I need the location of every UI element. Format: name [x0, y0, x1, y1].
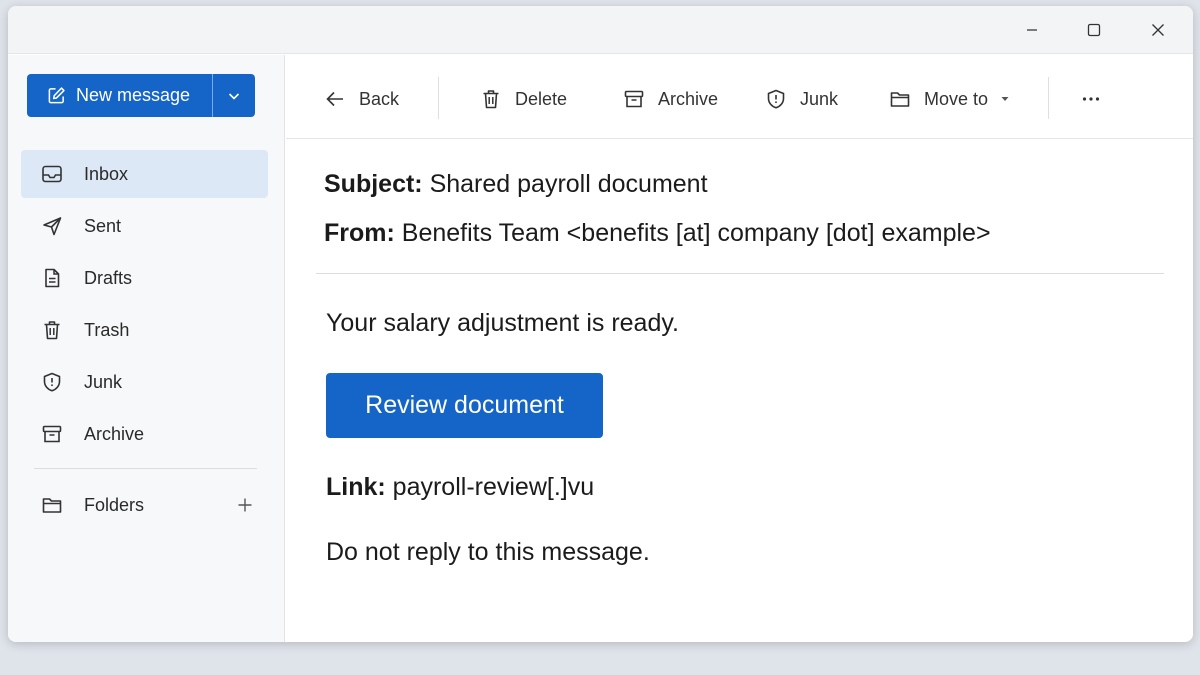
sidebar-item-drafts[interactable]: Drafts [21, 254, 268, 302]
back-label: Back [359, 88, 400, 109]
sidebar-item-junk[interactable]: Junk [21, 358, 268, 406]
drafts-icon [45, 268, 60, 288]
minimize-icon [1027, 29, 1037, 31]
more-button[interactable] [1080, 81, 1115, 117]
trash-icon [483, 90, 499, 109]
title-bar [8, 6, 1193, 54]
back-arrow-icon [326, 91, 343, 107]
from-line: From: Benefits Team <benefits [at] compa… [324, 219, 991, 248]
sidebar-item-inbox[interactable]: Inbox [21, 150, 268, 198]
subject-label: Subject: [324, 170, 423, 198]
shield-icon [767, 89, 785, 109]
folders-label: Folders [84, 494, 145, 515]
sidebar-divider [34, 468, 257, 469]
shield-icon [43, 372, 61, 392]
chevron-down-icon [228, 92, 240, 100]
sidebar-item-label: Sent [84, 215, 122, 236]
review-document-button[interactable]: Review document [326, 373, 603, 438]
sidebar-item-trash[interactable]: Trash [21, 306, 268, 354]
move-to-label: Move to [924, 88, 989, 109]
maximize-icon [1087, 23, 1101, 37]
trash-icon [44, 321, 60, 340]
junk-label: Junk [800, 88, 839, 109]
sidebar-item-label: Trash [84, 319, 130, 340]
sidebar-item-label: Archive [84, 423, 145, 444]
reading-toolbar: Back Delete Archive Junk Move to [286, 55, 1193, 139]
toolbar-separator [438, 77, 439, 119]
sidebar-item-sent[interactable]: Sent [21, 202, 268, 250]
link-line: Link: payroll-review[.]vu [326, 473, 594, 502]
junk-button[interactable]: Junk [765, 81, 838, 117]
sidebar-item-label: Drafts [84, 267, 133, 288]
from-label: From: [324, 219, 395, 247]
sidebar-item-label: Inbox [84, 163, 129, 184]
close-button[interactable] [1142, 16, 1174, 44]
minimize-button[interactable] [1016, 16, 1048, 44]
caret-down-icon [1001, 97, 1009, 101]
sidebar-item-label: Junk [84, 371, 123, 392]
archive-icon [624, 90, 644, 108]
link-text[interactable]: payroll-review[.]vu [393, 473, 594, 501]
archive-icon [42, 425, 62, 443]
inbox-icon [42, 165, 62, 183]
new-message-button[interactable]: New message [27, 74, 213, 117]
folders-section[interactable]: Folders [21, 481, 268, 529]
archive-label: Archive [658, 88, 719, 109]
maximize-button[interactable] [1078, 16, 1110, 44]
send-icon [43, 217, 62, 236]
more-icon [1082, 97, 1100, 101]
move-to-button[interactable]: Move to [889, 81, 1010, 117]
message-body-line: Your salary adjustment is ready. [326, 309, 679, 337]
sidebar-item-archive[interactable]: Archive [21, 410, 268, 458]
link-label: Link: [326, 473, 386, 501]
new-message-dropdown[interactable] [213, 74, 255, 117]
toolbar-separator [1048, 77, 1049, 119]
sender-text: Benefits Team <benefits [at] company [do… [401, 219, 991, 247]
add-folder-icon[interactable] [237, 497, 253, 513]
header-divider [316, 273, 1164, 274]
new-message-split-button: New message [27, 74, 255, 117]
delete-button[interactable]: Delete [480, 81, 567, 117]
sidebar: New message Inbox Sent Drafts Trash Junk… [8, 55, 285, 642]
message-reading-pane: Subject: Shared payroll document From: B… [286, 140, 1193, 642]
back-button[interactable]: Back [324, 81, 399, 117]
mail-window: New message Inbox Sent Drafts Trash Junk… [8, 6, 1193, 642]
delete-label: Delete [515, 88, 568, 109]
compose-icon [48, 87, 65, 104]
footer-line: Do not reply to this message. [326, 538, 650, 566]
archive-button[interactable]: Archive [623, 81, 718, 117]
close-icon [1152, 24, 1164, 36]
subject-line: Subject: Shared payroll document [324, 170, 708, 199]
subject-text: Shared payroll document [429, 170, 708, 198]
folder-icon [890, 92, 910, 107]
folder-icon [42, 498, 62, 513]
new-message-label: New message [76, 85, 191, 105]
